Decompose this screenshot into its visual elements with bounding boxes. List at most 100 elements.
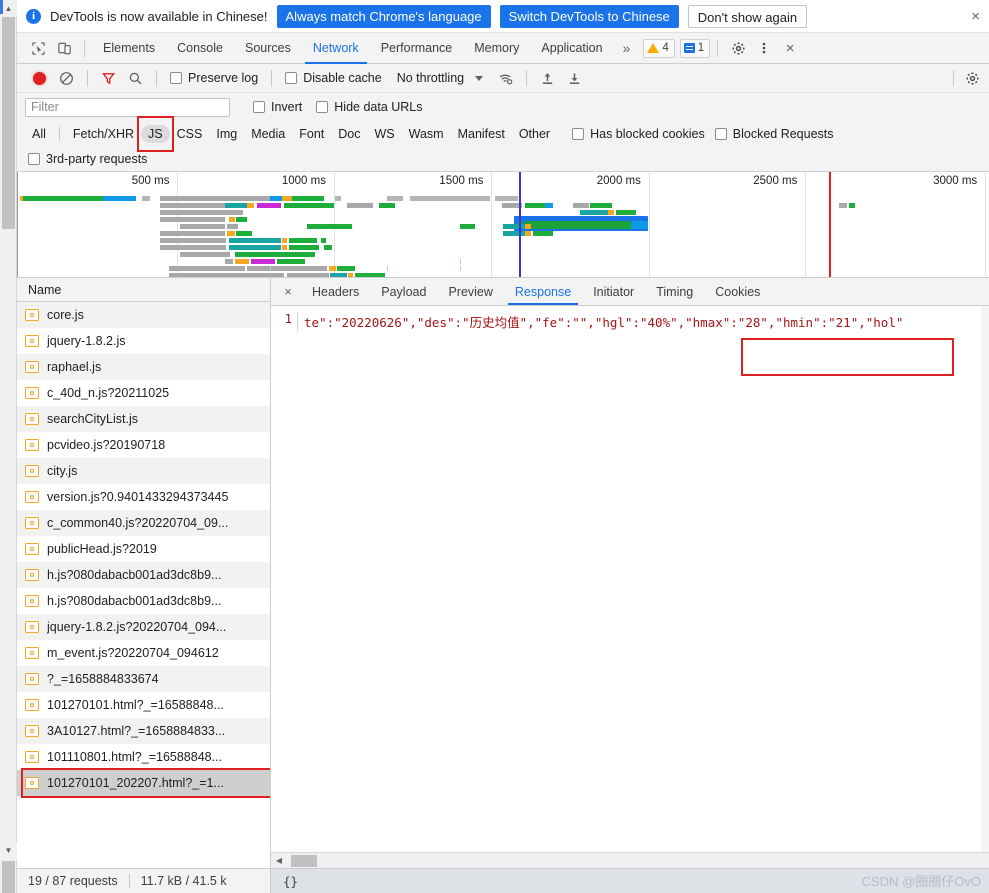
- throttling-select[interactable]: No throttling: [389, 71, 464, 85]
- message-count-badge[interactable]: 1: [679, 38, 711, 58]
- pretty-print-label[interactable]: {}: [283, 874, 298, 889]
- dont-show-again-button[interactable]: Don't show again: [687, 4, 808, 28]
- inspect-cursor-icon[interactable]: [25, 35, 51, 61]
- list-item[interactable]: 3A10127.html?_=1658884833...: [17, 718, 270, 744]
- scrollbar-thumb[interactable]: [2, 17, 15, 229]
- type-filter-doc[interactable]: Doc: [331, 125, 367, 143]
- type-filter-other[interactable]: Other: [512, 125, 557, 143]
- blocked-requests-label: Blocked Requests: [732, 127, 834, 141]
- timeline-tick-1500: 1500 ms: [439, 175, 484, 187]
- list-item[interactable]: 101110801.html?_=16588848...: [17, 744, 270, 770]
- has-blocked-cookies-checkbox[interactable]: Has blocked cookies: [567, 127, 710, 141]
- tab-preview[interactable]: Preview: [437, 278, 503, 305]
- preserve-log-checkbox[interactable]: Preserve log: [165, 71, 263, 85]
- browser-page-scrollbar[interactable]: ▲ ▼: [0, 0, 17, 893]
- tab-application[interactable]: Application: [530, 33, 613, 64]
- list-item[interactable]: h.js?080dabacb001ad3dc8b9...: [17, 588, 270, 614]
- tab-payload[interactable]: Payload: [370, 278, 437, 305]
- response-horizontal-scrollbar[interactable]: ◀: [271, 852, 989, 868]
- upload-har-icon[interactable]: [535, 66, 560, 91]
- close-icon[interactable]: ×: [968, 9, 983, 24]
- list-item[interactable]: searchCityList.js: [17, 406, 270, 432]
- filter-funnel-icon[interactable]: [96, 66, 121, 91]
- tab-cookies[interactable]: Cookies: [704, 278, 771, 305]
- always-match-language-button[interactable]: Always match Chrome's language: [276, 4, 491, 28]
- type-filter-all[interactable]: All: [25, 125, 53, 143]
- detail-tab-bar: × Headers Payload Preview Response Initi…: [271, 278, 989, 306]
- list-item[interactable]: 101270101.html?_=16588848...: [17, 692, 270, 718]
- tab-response[interactable]: Response: [504, 278, 582, 305]
- timeline-tick-500: 500 ms: [131, 175, 170, 187]
- tab-initiator[interactable]: Initiator: [582, 278, 645, 305]
- tab-elements[interactable]: Elements: [92, 33, 166, 64]
- list-item[interactable]: jquery-1.8.2.js: [17, 328, 270, 354]
- tab-memory[interactable]: Memory: [463, 33, 530, 64]
- list-item[interactable]: ?_=1658884833674: [17, 666, 270, 692]
- list-item[interactable]: jquery-1.8.2.js?20220704_094...: [17, 614, 270, 640]
- gear-icon[interactable]: [725, 35, 751, 61]
- load-event-marker: [828, 172, 831, 277]
- list-item-selected[interactable]: 101270101_202207.html?_=1...: [17, 770, 270, 796]
- list-item[interactable]: version.js?0.9401433294373445: [17, 484, 270, 510]
- list-item[interactable]: city.js: [17, 458, 270, 484]
- script-file-icon: [25, 309, 39, 321]
- checkbox-box: [714, 128, 727, 140]
- type-filter-fetch-xhr[interactable]: Fetch/XHR: [66, 125, 141, 143]
- list-item[interactable]: c_40d_n.js?20211025: [17, 380, 270, 406]
- tab-headers[interactable]: Headers: [301, 278, 370, 305]
- list-item[interactable]: core.js: [17, 302, 270, 328]
- type-filter-ws[interactable]: WS: [367, 125, 401, 143]
- list-item[interactable]: m_event.js?20220704_094612: [17, 640, 270, 666]
- device-toolbar-icon[interactable]: [51, 35, 77, 61]
- filter-input[interactable]: [25, 97, 230, 117]
- checkbox-box: [170, 72, 182, 84]
- scroll-down-arrow-icon[interactable]: ▼: [0, 842, 17, 859]
- list-item[interactable]: raphael.js: [17, 354, 270, 380]
- disable-cache-checkbox[interactable]: Disable cache: [280, 71, 387, 85]
- third-party-requests-checkbox[interactable]: 3rd-party requests: [25, 152, 152, 166]
- type-filter-css[interactable]: CSS: [170, 125, 210, 143]
- tab-sources[interactable]: Sources: [234, 33, 302, 64]
- warning-count-badge[interactable]: 4: [643, 38, 675, 58]
- type-filter-font[interactable]: Font: [292, 125, 331, 143]
- tab-performance[interactable]: Performance: [370, 33, 464, 64]
- network-settings-gear-icon[interactable]: [960, 66, 985, 91]
- hscroll-thumb[interactable]: [291, 854, 317, 867]
- request-list-body[interactable]: core.js jquery-1.8.2.js raphael.js c_40d…: [17, 302, 270, 868]
- response-body-viewer[interactable]: 1 te":"20220626","des":"历史均值","fe":"","h…: [271, 306, 989, 852]
- list-item[interactable]: c_common40.js?20220704_09...: [17, 510, 270, 536]
- invert-checkbox[interactable]: Invert: [248, 100, 307, 114]
- response-vertical-scrollbar[interactable]: [981, 306, 989, 852]
- type-filter-media[interactable]: Media: [244, 125, 292, 143]
- switch-devtools-to-chinese-button[interactable]: Switch DevTools to Chinese: [499, 4, 679, 28]
- type-filter-manifest[interactable]: Manifest: [451, 125, 512, 143]
- request-list-header[interactable]: Name: [17, 278, 270, 302]
- tab-network[interactable]: Network: [302, 33, 370, 64]
- script-file-icon: [25, 595, 39, 607]
- clear-icon[interactable]: [54, 66, 79, 91]
- tab-timing[interactable]: Timing: [645, 278, 704, 305]
- hide-data-urls-checkbox[interactable]: Hide data URLs: [311, 100, 427, 114]
- download-har-icon[interactable]: [562, 66, 587, 91]
- tab-console[interactable]: Console: [166, 33, 234, 64]
- notification-message: DevTools is now available in Chinese!: [50, 8, 268, 24]
- network-conditions-icon[interactable]: [493, 66, 518, 91]
- network-overview-timeline[interactable]: 500 ms 1000 ms 1500 ms 2000 ms 2500 ms 3…: [17, 172, 989, 278]
- more-vertical-icon[interactable]: [751, 35, 777, 61]
- search-icon[interactable]: [123, 66, 148, 91]
- toolbar-divider-2: [717, 39, 719, 57]
- record-button[interactable]: [27, 66, 52, 91]
- close-detail-icon[interactable]: ×: [275, 278, 301, 305]
- list-item[interactable]: h.js?080dabacb001ad3dc8b9...: [17, 562, 270, 588]
- chevron-double-right-icon[interactable]: »: [614, 40, 640, 56]
- chevron-down-icon[interactable]: [466, 66, 491, 91]
- blocked-requests-checkbox[interactable]: Blocked Requests: [710, 127, 839, 141]
- list-item[interactable]: pcvideo.js?20190718: [17, 432, 270, 458]
- type-filter-js[interactable]: JS: [141, 125, 170, 143]
- response-text[interactable]: te":"20220626","des":"历史均值","fe":"","hgl…: [297, 312, 989, 331]
- type-filter-img[interactable]: Img: [209, 125, 244, 143]
- scroll-left-arrow-icon[interactable]: ◀: [271, 856, 287, 865]
- list-item[interactable]: publicHead.js?2019: [17, 536, 270, 562]
- type-filter-wasm[interactable]: Wasm: [402, 125, 451, 143]
- close-devtools-icon[interactable]: ×: [777, 35, 803, 61]
